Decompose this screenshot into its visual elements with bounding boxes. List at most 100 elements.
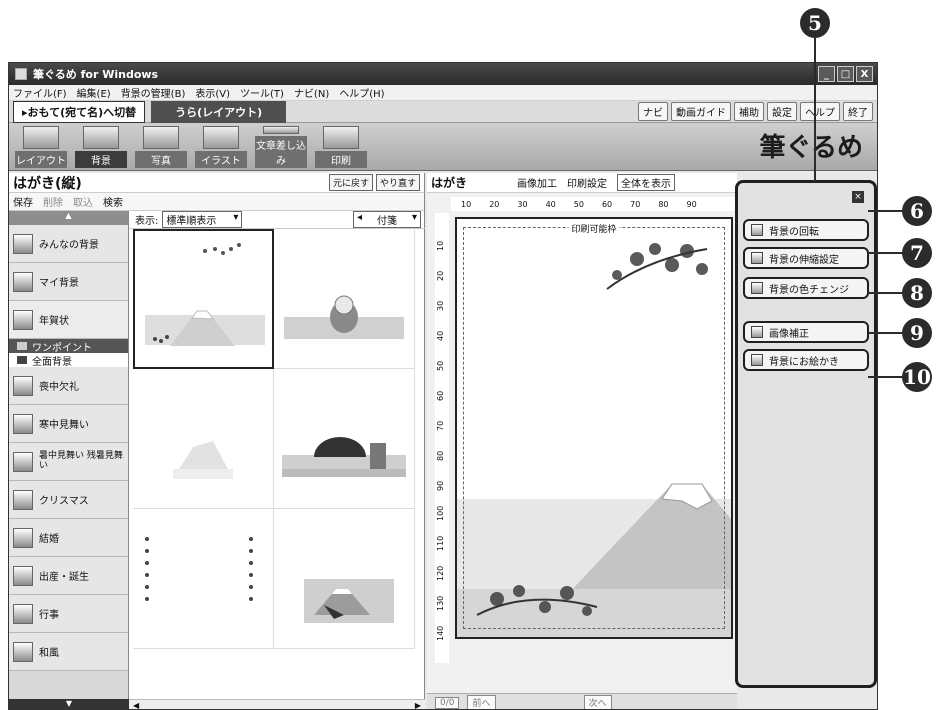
sort-label: 表示: (135, 216, 159, 227)
category-birth[interactable]: 出産・誕生 (9, 557, 128, 595)
top-toolbar: ナビ 動画ガイド 補助 設定 ヘルプ 終了 (638, 102, 877, 121)
title-bar: 筆ぐるめ for Windows _ □ X (9, 63, 877, 85)
ruler-h-label: 20 (489, 199, 500, 209)
close-icon[interactable]: × (852, 191, 864, 203)
app-icon (15, 68, 27, 80)
category-nengajo[interactable]: 年賀状 (9, 301, 128, 339)
category-mourning[interactable]: 喪中欠礼 (9, 367, 128, 405)
color-change-button[interactable]: 背景の色チェンジ (743, 277, 869, 299)
assist-button[interactable]: 補助 (734, 102, 764, 121)
sunrise-dog-image (282, 437, 406, 477)
subcategory-onepoint[interactable]: ワンポイント (9, 339, 128, 354)
tab-back-layout[interactable]: うら(レイアウト) (151, 100, 287, 123)
subcategory-full[interactable]: 全面背景 (9, 353, 128, 368)
settings-button[interactable]: 設定 (767, 102, 797, 121)
delete-button[interactable]: 削除 (43, 194, 63, 209)
image-edit-button[interactable]: 画像加工 (517, 175, 557, 190)
ruler-h-label: 90 (686, 199, 697, 209)
sort-select[interactable]: 標準順表示 ▾ (162, 211, 243, 228)
ruler-v-label: 80 (436, 450, 445, 461)
category-label: 出産・誕生 (39, 572, 89, 583)
category-my[interactable]: マイ背景 (9, 263, 128, 301)
scroll-left-icon[interactable]: ◀ (133, 701, 139, 709)
draw-background-button[interactable]: 背景にお絵かき (743, 349, 869, 371)
thumbnail-vertical-border[interactable] (133, 509, 274, 649)
ruler-h-label: 10 (461, 199, 472, 209)
exit-button[interactable]: 終了 (843, 102, 873, 121)
thumbnail-hawk-fuji[interactable] (274, 509, 415, 649)
folder-icon (17, 356, 27, 364)
chevron-left-icon: ◂ (357, 212, 363, 223)
image-correction-label: 画像補正 (769, 328, 809, 340)
video-guide-button[interactable]: 動画ガイド (671, 102, 731, 121)
ruler-h-label: 30 (517, 199, 528, 209)
callout-7: 7 (902, 238, 932, 268)
category-label: マイ背景 (39, 278, 79, 289)
help-button[interactable]: ヘルプ (800, 102, 840, 121)
category-icon (13, 527, 33, 548)
ribbon-text-insert-button[interactable]: 文章差し込み (255, 126, 307, 170)
ruler-v-label: 90 (436, 480, 445, 491)
ruler-h-label: 80 (658, 199, 669, 209)
background-task-panel: × 背景の回転 背景の伸縮設定 背景の色チェンジ 画像補正 背景にお絵かき (735, 180, 877, 688)
save-button[interactable]: 保存 (13, 194, 33, 209)
tag-select[interactable]: ◂ 付箋 ▾ (353, 211, 421, 228)
navi-button[interactable]: ナビ (638, 102, 668, 121)
print-settings-button[interactable]: 印刷設定 (567, 175, 607, 190)
menu-tools[interactable]: ツール(T) (240, 85, 284, 100)
pane-title: はがき(縦) (13, 175, 82, 192)
category-event[interactable]: 行事 (9, 595, 128, 633)
import-button[interactable]: 取込 (73, 194, 93, 209)
category-japanese[interactable]: 和風 (9, 633, 128, 671)
menu-navi[interactable]: ナビ(N) (294, 85, 329, 100)
image-correction-button[interactable]: 画像補正 (743, 321, 869, 343)
rotate-background-button[interactable]: 背景の回転 (743, 219, 869, 241)
thumbnail-fuji-plum[interactable] (133, 229, 274, 369)
search-button[interactable]: 検索 (103, 194, 123, 209)
scroll-up-icon[interactable]: ▲ (9, 211, 128, 225)
menu-edit[interactable]: 編集(E) (77, 85, 111, 100)
category-everyone[interactable]: みんなの背景 (9, 225, 128, 263)
ribbon-layout-button[interactable]: レイアウト (15, 126, 67, 170)
side-tabs: ▸おもて(宛て名)へ切替 うら(レイアウト) ナビ 動画ガイド 補助 設定 ヘル… (9, 100, 877, 123)
ribbon-illustration-label: イラスト (195, 151, 247, 168)
maximize-button[interactable]: □ (837, 66, 854, 82)
category-winter[interactable]: 寒中見舞い (9, 405, 128, 443)
next-page-button[interactable]: 次へ (583, 695, 612, 709)
thumbnail-girl[interactable] (274, 229, 415, 369)
scroll-right-icon[interactable]: ▶ (415, 701, 421, 709)
menu-background[interactable]: 背景の管理(B) (121, 85, 186, 100)
category-christmas[interactable]: クリスマス (9, 481, 128, 519)
minimize-button[interactable]: _ (818, 66, 835, 82)
stretch-icon (751, 252, 763, 264)
zoom-select[interactable]: 全体を表示 (617, 174, 676, 191)
ribbon-photo-button[interactable]: 写真 (135, 126, 187, 170)
ribbon-illustration-button[interactable]: イラスト (195, 126, 247, 170)
undo-button[interactable]: 元に戻す (328, 174, 373, 191)
prev-page-button[interactable]: 前へ (467, 695, 496, 709)
preview-pane: はがき 画像加工 印刷設定 全体を表示 10 20 30 40 50 60 70… (427, 173, 737, 709)
ruler-v-label: 120 (436, 565, 445, 581)
ribbon-background-button[interactable]: 背景 (75, 126, 127, 170)
category-label: 和風 (39, 648, 59, 659)
menu-file[interactable]: ファイル(F) (13, 85, 67, 100)
menu-bar: ファイル(F) 編集(E) 背景の管理(B) 表示(V) ツール(T) ナビ(N… (9, 85, 877, 101)
postcard-canvas[interactable]: 印刷可能枠 (455, 217, 733, 639)
menu-help[interactable]: ヘルプ(H) (339, 85, 384, 100)
menu-view[interactable]: 表示(V) (195, 85, 230, 100)
ribbon-print-button[interactable]: 印刷 (315, 126, 367, 170)
printer-icon (323, 126, 359, 149)
ruler-h-label: 50 (573, 199, 584, 209)
redo-button[interactable]: やり直す (375, 174, 420, 191)
category-summer[interactable]: 暑中見舞い 残暑見舞い (9, 443, 128, 481)
scroll-down-icon[interactable]: ▼ (9, 699, 129, 709)
thumbnail-sunrise-dog[interactable] (274, 369, 415, 509)
thumbnail-mountain-pale[interactable] (133, 369, 274, 509)
close-window-button[interactable]: X (856, 66, 873, 82)
draw-background-label: 背景にお絵かき (769, 356, 839, 368)
ruler-v-label: 10 (436, 240, 445, 251)
stretch-settings-button[interactable]: 背景の伸縮設定 (743, 247, 869, 269)
tab-front-address[interactable]: ▸おもて(宛て名)へ切替 (13, 100, 146, 123)
horizontal-scrollbar[interactable]: ◀ ▶ (129, 699, 425, 709)
category-wedding[interactable]: 結婚 (9, 519, 128, 557)
